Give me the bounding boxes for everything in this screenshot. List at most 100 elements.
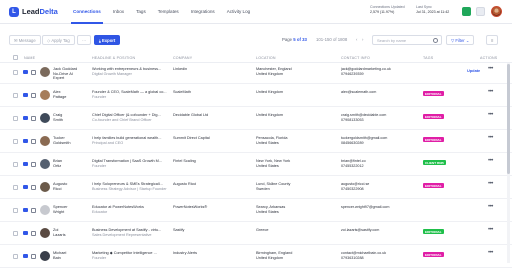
message-icon[interactable] <box>23 231 28 235</box>
message-icon[interactable] <box>23 185 28 189</box>
more-actions-icon[interactable]: ••• <box>488 204 493 210</box>
select-all-checkbox[interactable] <box>13 55 18 60</box>
note-icon[interactable] <box>31 116 36 121</box>
more-actions-icon[interactable]: ••• <box>488 89 493 95</box>
table-row[interactable]: Spencer Wright Educator at PowerNotesWorks… <box>0 201 512 222</box>
tag-badge[interactable]: EDITORIAL <box>423 91 444 96</box>
contact-cell[interactable]: tuckergoldsmith@gmail.com 08456630289 <box>341 136 419 146</box>
contact-avatar[interactable] <box>40 205 50 215</box>
more-actions-icon[interactable]: ••• <box>488 158 493 164</box>
note-icon[interactable] <box>31 208 36 213</box>
note-icon[interactable] <box>31 231 36 236</box>
nav-connections[interactable]: Connections <box>67 0 107 24</box>
contact-name[interactable]: Brian Ortiz <box>53 158 83 168</box>
contact-name[interactable]: Zoi Lazaris <box>53 227 83 237</box>
contact-avatar[interactable] <box>40 113 50 123</box>
message-icon[interactable] <box>23 208 28 212</box>
nav-inbox[interactable]: Inbox <box>107 0 130 24</box>
contact-cell[interactable]: brian@fintel.co 07455322012 <box>341 159 419 169</box>
more-actions-icon[interactable]: ••• <box>488 112 493 118</box>
search-input[interactable]: Search by name <box>372 35 442 45</box>
contact-cell[interactable]: craig.smith@decidable.com 07908133053 <box>341 113 419 123</box>
contact-name[interactable]: Jack Goddard No-Drive AI Expert <box>53 66 83 81</box>
tag-badge[interactable]: EDITORIAL <box>423 183 444 188</box>
table-row[interactable]: Brian Ortiz Digital Transformation | SaaS … <box>0 155 512 176</box>
row-checkbox[interactable] <box>13 185 18 190</box>
tag-badge[interactable]: EDITORIAL <box>423 137 444 142</box>
contact-avatar[interactable] <box>40 136 50 146</box>
message-icon[interactable] <box>23 93 28 97</box>
message-button[interactable]: ✉ Message <box>9 35 41 45</box>
col-location[interactable]: Location <box>256 56 276 60</box>
more-actions-icon[interactable]: ••• <box>488 181 493 187</box>
contact-cell[interactable]: spencer.wright97@gmail.com <box>341 205 419 210</box>
settings-icon[interactable] <box>476 7 485 16</box>
contact-name[interactable]: Spencer Wright <box>53 204 83 214</box>
note-icon[interactable] <box>31 70 36 75</box>
note-icon[interactable] <box>31 162 36 167</box>
tag-badge[interactable]: EDITORIAL <box>423 252 444 257</box>
contact-cell[interactable]: jack@goddardmarketing.co.uk 07946239359 <box>341 67 419 77</box>
message-icon[interactable] <box>23 139 28 143</box>
row-checkbox[interactable] <box>13 93 18 98</box>
tag-badge[interactable]: EDITORIAL <box>423 229 444 234</box>
row-checkbox[interactable] <box>13 231 18 236</box>
contact-cell[interactable]: alex@scalemath.com <box>341 90 419 95</box>
more-actions-icon[interactable]: ••• <box>488 135 493 141</box>
update-link[interactable]: Update <box>467 68 480 73</box>
col-name[interactable]: Name <box>24 56 35 60</box>
message-icon[interactable] <box>23 254 28 258</box>
contact-avatar[interactable] <box>40 228 50 238</box>
message-icon[interactable] <box>23 70 28 74</box>
page-current[interactable]: 5 <box>293 37 295 42</box>
more-actions-icon[interactable]: ••• <box>488 227 493 233</box>
contact-cell[interactable]: zoi.lazaris@sastify.com <box>341 228 419 233</box>
row-checkbox[interactable] <box>13 70 18 75</box>
tag-badge[interactable]: CLIENT BNB <box>423 160 446 165</box>
chevron-left-icon[interactable]: ‹ <box>356 37 357 42</box>
more-actions-icon[interactable]: ••• <box>488 250 493 256</box>
more-actions-icon[interactable]: ••• <box>488 66 493 72</box>
message-icon[interactable] <box>23 162 28 166</box>
col-contact[interactable]: Contact Info <box>341 56 370 60</box>
nav-templates[interactable]: Templates <box>152 0 185 24</box>
row-checkbox[interactable] <box>13 208 18 213</box>
chevron-right-icon[interactable]: › <box>362 37 363 42</box>
contact-cell[interactable]: augusto@ricci.se 07450322908 <box>341 182 419 192</box>
note-icon[interactable] <box>31 254 36 259</box>
table-row[interactable]: Jack Goddard No-Drive AI Expert Working wit… <box>0 63 512 84</box>
note-icon[interactable] <box>31 185 36 190</box>
contact-cell[interactable]: contact@michaelbain.co.uk 07936310288 <box>341 251 419 261</box>
nav-activity-log[interactable]: Activity Log <box>221 0 257 24</box>
apply-tag-button[interactable]: ◇ Apply Tag <box>42 35 75 45</box>
contact-name[interactable]: Augusto Ricci <box>53 181 83 191</box>
nav-integrations[interactable]: Integrations <box>185 0 221 24</box>
contact-name[interactable]: Tucker Goldsmith <box>53 135 83 145</box>
row-checkbox[interactable] <box>13 254 18 259</box>
contact-avatar[interactable] <box>40 67 50 77</box>
table-row[interactable]: Tucker Goldsmith I help families build gen… <box>0 132 512 153</box>
row-checkbox[interactable] <box>13 116 18 121</box>
table-row[interactable]: Alex Pattage Founder & CEO, ScaleMath — a … <box>0 86 512 107</box>
filter-button[interactable]: ▽ Filter ⌄ <box>446 35 475 45</box>
more-button[interactable]: ··· <box>77 35 92 45</box>
table-row[interactable]: Augusto Ricci I help Solopreneurs & SMEs S… <box>0 178 512 199</box>
table-row[interactable]: Zoi Lazaris Business Development at Sastif… <box>0 224 512 245</box>
note-icon[interactable] <box>31 93 36 98</box>
avatar[interactable] <box>491 6 502 17</box>
col-headline[interactable]: Headline & Position <box>92 56 135 60</box>
contact-name[interactable]: Michael Bain <box>53 250 83 260</box>
scrollbar-thumb[interactable] <box>507 64 510 174</box>
refresh-icon[interactable] <box>462 7 471 16</box>
contact-name[interactable]: Craig Smith <box>53 112 83 122</box>
nav-tags[interactable]: Tags <box>130 0 152 24</box>
table-row[interactable]: Michael Bain Marketing ◆ Competitor Intell… <box>0 247 512 268</box>
contact-avatar[interactable] <box>40 90 50 100</box>
contact-avatar[interactable] <box>40 182 50 192</box>
table-row[interactable]: Craig Smith Chief Digital Officer (& cofou… <box>0 109 512 130</box>
message-icon[interactable] <box>23 116 28 120</box>
tag-badge[interactable]: EDITORIAL <box>423 114 444 119</box>
col-company[interactable]: Company <box>173 56 192 60</box>
col-tags[interactable]: Tags <box>423 56 433 60</box>
note-icon[interactable] <box>31 139 36 144</box>
